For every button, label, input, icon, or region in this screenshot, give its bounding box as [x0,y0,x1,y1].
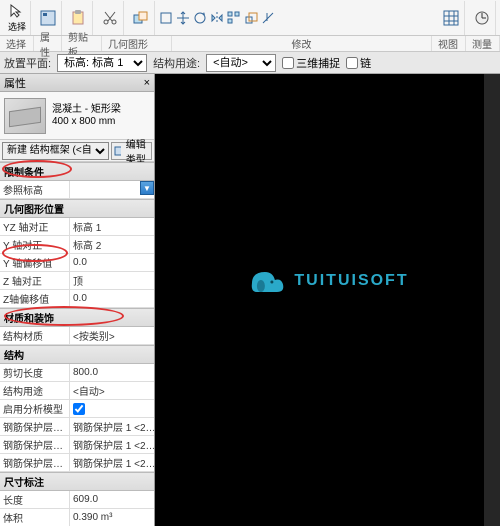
watermark-text: TUITUISOFT [294,272,408,290]
main-area: 属性 × 混凝土 - 矩形梁 400 x 800 mm 新建 结构框架 (<自 … [0,74,500,526]
ribbon-select-group[interactable]: 选择 [4,1,31,35]
trim-icon[interactable] [261,11,275,25]
row-z-justify: Z 轴对正顶 [0,272,154,290]
properties-icon[interactable] [39,9,57,27]
row-y-justify: Y 轴对正标高 2 [0,236,154,254]
row-rebar-cover-1: 钢筋保护层…钢筋保护层 1 <2… [0,418,154,436]
type-selector[interactable]: 混凝土 - 矩形梁 400 x 800 mm [0,92,154,140]
properties-palette: 属性 × 混凝土 - 矩形梁 400 x 800 mm 新建 结构框架 (<自 … [0,74,155,526]
edit-type-button[interactable]: 编辑类型 [111,142,152,160]
instance-filter-select[interactable]: 新建 结构框架 (<自 [2,142,109,160]
struct-usage-select[interactable]: <自动> [206,54,276,72]
ribbon-view-group[interactable] [438,1,465,35]
row-cut-length: 剪切长度800.0 [0,364,154,382]
chain-checkbox[interactable]: 链 [346,55,371,71]
scale-icon[interactable] [244,11,258,25]
type-size: 400 x 800 mm [52,116,121,128]
dropdown-icon[interactable]: ▼ [140,181,154,195]
mirror-icon[interactable] [210,11,224,25]
close-icon[interactable]: × [144,77,150,89]
array-icon[interactable] [227,11,241,25]
measure-icon[interactable] [473,9,491,27]
watermark: TUITUISOFT [246,264,408,298]
group-constraints[interactable]: 限制条件 [0,162,154,181]
scissors-icon[interactable] [101,9,119,27]
watermark-logo-icon [246,264,286,298]
row-yz-justify: YZ 轴对正标高 1 [0,218,154,236]
placement-plane-label: 放置平面: [4,55,51,71]
snap3d-input[interactable] [282,57,294,69]
group-dimensions[interactable]: 尺寸标注 [0,472,154,491]
instance-filter-bar: 新建 结构框架 (<自 编辑类型 [0,140,154,162]
row-volume: 体积0.390 m³ [0,509,154,526]
palette-header[interactable]: 属性 × [0,74,154,92]
modify-arrow-icon[interactable] [8,2,26,20]
row-z-offset: Z轴偏移值0.0 [0,290,154,308]
group-geometry[interactable]: 几何图形位置 [0,199,154,218]
row-analytical-model: 启用分析模型 [0,400,154,418]
group-structural[interactable]: 结构 [0,345,154,364]
family-name: 混凝土 - 矩形梁 [52,104,121,116]
row-length: 长度609.0 [0,491,154,509]
ribbon-cut-icon[interactable] [97,1,124,35]
row-ref-level[interactable]: 参照标高 ▼ [0,181,154,199]
row-y-offset: Y 轴偏移值0.0 [0,254,154,272]
options-bar: 修改 | 放置 结构框架 放置平面: 标高: 标高 1 结构用途: <自动> 三… [0,52,500,74]
edit-type-icon [114,146,121,156]
grid-icon[interactable] [442,9,460,27]
paste-icon[interactable] [70,9,88,27]
analytical-checkbox[interactable] [73,403,85,415]
palette-title: 属性 [4,75,26,91]
drawing-canvas[interactable]: TUITUISOFT [155,74,500,526]
snap3d-checkbox[interactable]: 三维捕捉 [282,55,340,71]
rotate-icon[interactable] [193,11,207,25]
placement-plane-select[interactable]: 标高: 标高 1 [57,54,147,72]
properties-list[interactable]: 限制条件 参照标高 ▼ 几何图形位置 YZ 轴对正标高 1 Y 轴对正标高 2 … [0,162,154,526]
move-icon[interactable] [176,11,190,25]
type-text: 混凝土 - 矩形梁 400 x 800 mm [52,104,121,128]
type-thumbnail [4,98,46,134]
canvas-scrollbar[interactable] [484,74,500,526]
ribbon-geometry-group[interactable] [128,1,155,35]
ribbon-label: 选择 [8,20,26,33]
ribbon-labels: 选择 属性 剪贴板 几何图形 修改 视图 测量 [0,36,500,52]
align-icon[interactable] [159,11,173,25]
row-rebar-cover-3: 钢筋保护层…钢筋保护层 1 <2… [0,454,154,472]
row-struct-material: 结构材质<按类别> [0,327,154,345]
chain-input[interactable] [346,57,358,69]
row-rebar-cover-2: 钢筋保护层…钢筋保护层 1 <2… [0,436,154,454]
row-struct-usage: 结构用途<自动> [0,382,154,400]
group-materials[interactable]: 材质和装饰 [0,308,154,327]
join-icon[interactable] [132,9,150,27]
ribbon-measure-group[interactable] [469,1,496,35]
struct-usage-label: 结构用途: [153,55,200,71]
